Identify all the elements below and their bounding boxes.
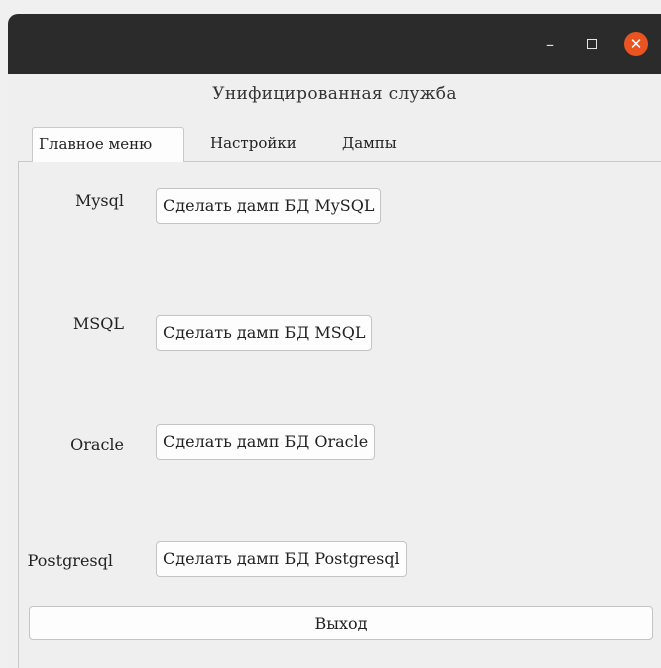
tab-main-menu[interactable]: Главное меню [32,127,184,162]
app-title: Унифицированная служба [212,84,457,104]
msql-dump-button[interactable]: Сделать дамп БД MSQL [156,315,373,351]
oracle-dump-button[interactable]: Сделать дамп БД Oracle [156,424,376,460]
maximize-icon[interactable] [580,32,604,56]
postgresql-label: Postgresql [27,551,113,570]
exit-button[interactable]: Выход [29,606,653,640]
tab-settings[interactable]: Настройки [204,127,303,160]
msql-label: MSQL [72,314,124,333]
main-menu-panel: Mysql Сделать дамп БД MySQL MSQL Сделать… [18,161,661,668]
tab-dumps[interactable]: Дампы [336,127,403,160]
mysql-label: Mysql [75,191,124,210]
window-titlebar: – ✕ [8,14,661,74]
oracle-label: Oracle [70,435,124,454]
mysql-dump-button[interactable]: Сделать дамп БД MySQL [156,188,382,224]
tab-bar: Главное меню Настройки Дампы [18,121,661,162]
postgresql-dump-button[interactable]: Сделать дамп БД Postgresql [156,541,407,577]
minimize-icon[interactable]: – [538,32,562,56]
app-window: Унифицированная служба Главное меню Наст… [8,74,661,668]
close-icon[interactable]: ✕ [624,32,648,56]
